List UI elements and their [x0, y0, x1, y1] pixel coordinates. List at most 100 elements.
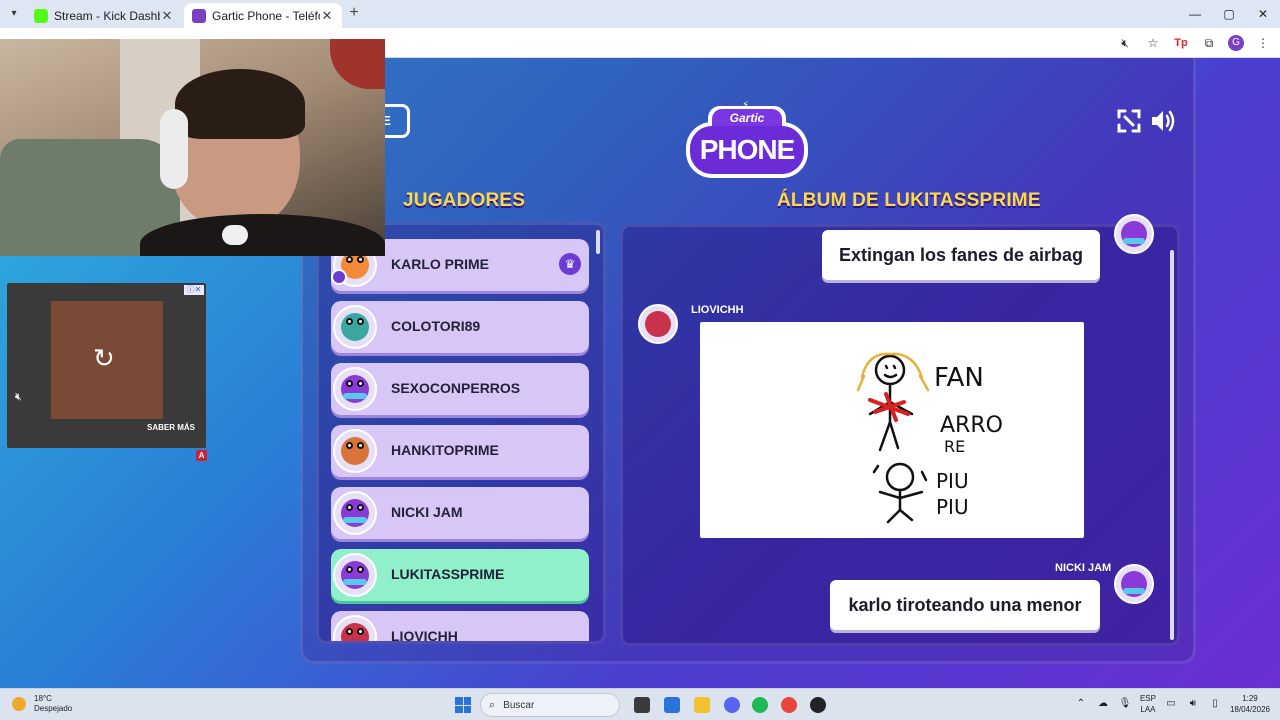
- new-tab-plus-icon[interactable]: +: [346, 5, 362, 21]
- album-title: ÁLBUM DE LUKITASSPRIME: [777, 190, 1041, 211]
- language-indicator[interactable]: ESP LAA: [1140, 693, 1156, 715]
- player-avatar: [333, 615, 377, 641]
- webcam-overlay: [0, 39, 385, 256]
- cloud-icon[interactable]: ☁︎: [1096, 697, 1110, 711]
- speaker-icon[interactable]: 🔊︎: [1186, 697, 1200, 711]
- tab-title: Stream - Kick Dashboard: [54, 8, 160, 23]
- player-name: NICKI JAM: [391, 504, 463, 520]
- browser-tab-bar: ▾ Stream - Kick Dashboard ✕ Gartic Phone…: [0, 0, 1280, 28]
- network-icon[interactable]: ▭: [1164, 697, 1178, 711]
- album-author-name: LIOVICHH: [691, 304, 744, 316]
- search-icon: ⌕: [489, 698, 496, 711]
- close-window-button[interactable]: ✕: [1246, 0, 1280, 28]
- players-panel: KARLO PRIME ♛ COLOTORI89 SEXOCONPERROS H…: [316, 222, 606, 644]
- player-card-current[interactable]: LUKITASSPRIME: [331, 549, 589, 601]
- album-drawing: FAN ARRO RE PIU PIU: [700, 322, 1084, 538]
- mute-site-icon[interactable]: 🔇︎: [1116, 34, 1134, 52]
- clock[interactable]: 1:29 18/04/2026: [1230, 693, 1270, 715]
- player-avatar: [333, 553, 377, 597]
- profile-avatar-icon[interactable]: G: [1228, 35, 1244, 51]
- drawing-word: PIU: [936, 469, 969, 493]
- ad-choices-icon[interactable]: ⓘ✕: [184, 285, 204, 295]
- battery-icon[interactable]: ▯: [1208, 697, 1222, 711]
- album-author-avatar: [638, 304, 678, 344]
- ad-cta-button[interactable]: SABER MÁS: [147, 423, 195, 432]
- tab-gartic-phone[interactable]: Gartic Phone - Teléfono Descon ✕: [184, 3, 342, 28]
- album-scrollbar[interactable]: [1170, 250, 1174, 640]
- player-name: COLOTORI89: [391, 318, 481, 334]
- windows-taskbar: 18°C Despejado ⌕ Buscar ⌃ ☁︎ 🎙︎ ESP LAA …: [0, 688, 1280, 720]
- chevron-up-icon[interactable]: ⌃: [1074, 697, 1088, 711]
- drawing-word: FAN: [934, 363, 984, 393]
- players-scrollbar[interactable]: [596, 230, 600, 254]
- drawing-word: PIU: [936, 495, 969, 519]
- players-title: JUGADORES: [403, 190, 526, 211]
- microphone: [222, 225, 248, 245]
- extensions-puzzle-icon[interactable]: ⧉: [1200, 34, 1218, 52]
- player-name: SEXOCONPERROS: [391, 380, 521, 396]
- gartic-phone-logo: ⚡︎ Gartic PHONE: [686, 100, 808, 180]
- window-controls: — ▢ ✕: [1178, 0, 1280, 28]
- player-name: HANKITOPRIME: [391, 442, 499, 458]
- sun-icon: [12, 697, 26, 711]
- headset: [160, 109, 188, 189]
- host-badge-icon: [331, 269, 347, 285]
- album-author-name: NICKI JAM: [1055, 562, 1112, 574]
- extension-tp-icon[interactable]: Tp: [1172, 34, 1190, 52]
- tab-search-chevron-icon[interactable]: ▾: [6, 6, 22, 22]
- player-card[interactable]: SEXOCONPERROS: [331, 363, 589, 415]
- spotify-icon[interactable]: [752, 697, 768, 713]
- clock-date: 18/04/2026: [1229, 705, 1270, 714]
- fullscreen-icon[interactable]: [1116, 108, 1142, 134]
- file-explorer-icon[interactable]: [694, 697, 710, 713]
- video-ad[interactable]: ↻ 🔇︎ SABER MÁS ⓘ✕: [7, 283, 206, 448]
- chrome-icon[interactable]: [781, 697, 797, 713]
- lang-code: ESP: [1139, 694, 1156, 703]
- muted-speaker-icon[interactable]: 🔇︎: [15, 391, 22, 404]
- minimize-button[interactable]: —: [1178, 0, 1212, 28]
- player-card[interactable]: HANKITOPRIME: [331, 425, 589, 477]
- player-avatar: [333, 367, 377, 411]
- weather-widget[interactable]: 18°C Despejado: [12, 694, 72, 714]
- drawing-word: RE: [944, 437, 965, 456]
- mic-icon[interactable]: 🎙︎: [1118, 697, 1132, 711]
- toolbar-icons: 🔇︎ ☆ Tp ⧉ G ⋮: [1116, 34, 1272, 52]
- player-card[interactable]: NICKI JAM: [331, 487, 589, 539]
- windows-start-icon[interactable]: [455, 697, 471, 713]
- player-name: LUKITASSPRIME: [391, 566, 505, 582]
- album-text-entry: karlo tiroteando una menor: [830, 580, 1100, 630]
- drawing-word: ARRO: [940, 413, 1003, 438]
- album-text-entry: Extingan los fanes de airbag: [822, 230, 1100, 280]
- browser-menu-icon[interactable]: ⋮: [1254, 34, 1272, 52]
- restore-button[interactable]: ▢: [1212, 0, 1246, 28]
- taskbar-search[interactable]: ⌕ Buscar: [480, 693, 620, 717]
- tab-kick-dashboard[interactable]: Stream - Kick Dashboard ✕: [26, 3, 182, 28]
- lightning-icon: ⚡︎: [742, 100, 750, 111]
- discord-icon[interactable]: [724, 697, 740, 713]
- task-view-icon[interactable]: [634, 697, 650, 713]
- system-tray: ⌃ ☁︎ 🎙︎ ESP LAA ▭ 🔊︎ ▯ 1:29 18/04/2026: [1074, 693, 1270, 715]
- temperature: 18°C: [34, 694, 52, 703]
- app-icon[interactable]: [810, 697, 826, 713]
- album-author-avatar: [1114, 214, 1154, 254]
- logo-text-phone: PHONE: [699, 134, 796, 165]
- player-card[interactable]: COLOTORI89: [331, 301, 589, 353]
- weather-condition: Despejado: [34, 704, 73, 713]
- album-author-avatar: [1114, 564, 1154, 604]
- volume-icon[interactable]: [1150, 108, 1176, 134]
- player-avatar: [333, 491, 377, 535]
- player-card[interactable]: LIOVICHH: [331, 611, 589, 644]
- close-tab-icon[interactable]: ✕: [320, 8, 334, 24]
- player-name: LIOVICHH: [391, 628, 458, 644]
- tab-title: Gartic Phone - Teléfono Descon: [212, 8, 320, 23]
- bookmark-star-icon[interactable]: ☆: [1144, 34, 1162, 52]
- clock-time: 1:29: [1242, 694, 1258, 703]
- store-icon[interactable]: [664, 697, 680, 713]
- logo-text-gartic: Gartic: [729, 111, 765, 125]
- close-tab-icon[interactable]: ✕: [160, 8, 174, 24]
- player-name: KARLO PRIME: [391, 256, 489, 272]
- gartic-favicon-icon: [192, 8, 206, 23]
- replay-icon[interactable]: ↻: [93, 343, 115, 374]
- player-avatar: [333, 305, 377, 349]
- search-placeholder: Buscar: [503, 699, 535, 711]
